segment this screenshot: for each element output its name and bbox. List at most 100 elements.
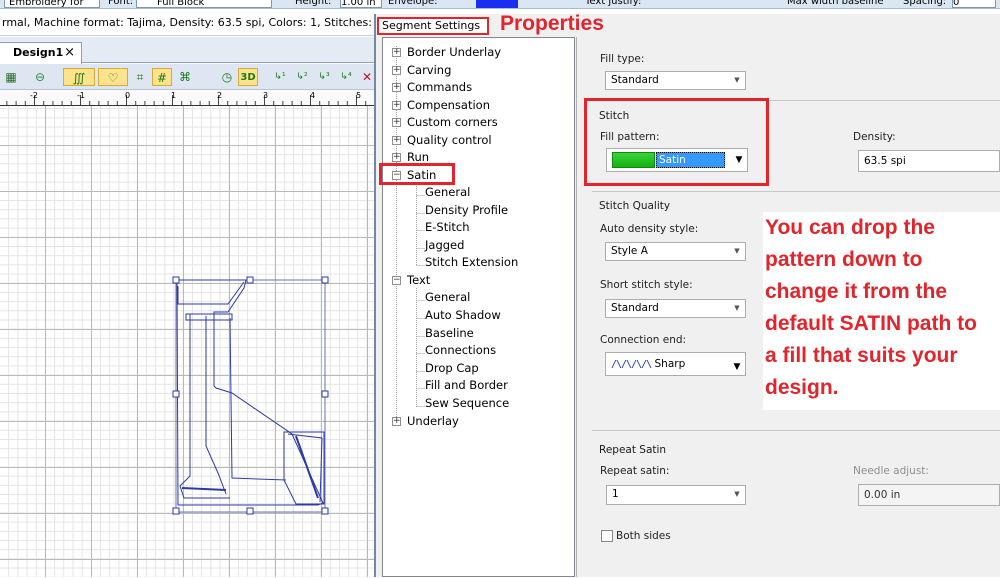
needle-adjust-input: 0.00 in: [858, 484, 1000, 506]
density-input[interactable]: 63.5 spi: [858, 150, 1000, 172]
connection-end-value: Sharp: [654, 358, 686, 370]
expand-icon[interactable]: +: [392, 153, 401, 162]
chevron-down-icon[interactable]: ▼: [729, 486, 745, 503]
tree-item-label: Compensation: [407, 98, 490, 112]
annotation-line: change it from the: [765, 280, 948, 303]
command-icon[interactable]: ⌘: [176, 68, 194, 86]
auto-density-select[interactable]: Style A ▼: [605, 242, 746, 261]
tree-item-label: Underlay: [407, 414, 459, 428]
tree-item-label: Text: [407, 273, 431, 287]
annotation-line: pattern down to: [765, 248, 923, 271]
tree-item-drop-cap[interactable]: Drop Cap: [425, 360, 479, 377]
short-stitch-label: Short stitch style:: [600, 279, 693, 291]
max-width-baseline-label: Max width baseline: [787, 0, 884, 7]
stitch-type-icon[interactable]: ∭: [63, 68, 95, 86]
grid-toggle-icon[interactable]: #: [152, 68, 172, 86]
tree-item-auto-shadow[interactable]: Auto Shadow: [425, 307, 501, 324]
segment-settings-title: Segment Settings: [377, 17, 489, 35]
stitch-quality-title: Stitch Quality: [599, 200, 671, 212]
expand-icon[interactable]: +: [392, 101, 401, 110]
heart-shape-icon[interactable]: ♡: [98, 68, 128, 86]
tab-label: Design1: [13, 46, 64, 59]
select-frame-icon[interactable]: ⌗: [131, 68, 149, 86]
expand-icon[interactable]: +: [392, 83, 401, 92]
annotation-line: a fill that suits your: [765, 344, 958, 367]
tree-item-baseline[interactable]: Baseline: [425, 325, 474, 342]
chevron-down-icon[interactable]: ▼: [729, 72, 745, 89]
grid-view-icon[interactable]: ▦: [2, 68, 20, 86]
short-stitch-value: Standard: [611, 302, 659, 314]
tree-item-e-stitch[interactable]: E-Stitch: [425, 219, 470, 236]
repeat-satin-label: Repeat satin:: [600, 465, 670, 477]
tree-item-density-profile[interactable]: Density Profile: [425, 202, 508, 219]
repeat-satin-divider: [592, 430, 1000, 431]
tree-item-sew-sequence[interactable]: Sew Sequence: [425, 395, 509, 412]
design-status-line: rmal, Machine format: Tajima, Density: 6…: [0, 10, 378, 36]
stitch-order-2-icon[interactable]: ↳²: [292, 68, 312, 86]
height-input[interactable]: 1.00 in: [340, 0, 382, 8]
settings-tree[interactable]: + Border Underlay + Carving + Commands + Com…: [382, 37, 575, 577]
expand-icon[interactable]: +: [392, 118, 401, 127]
stitch-order-1-icon[interactable]: ↳¹: [270, 68, 290, 86]
document-tab-strip: Design1 ×: [0, 37, 378, 64]
fill-type-label: Fill type:: [600, 53, 645, 65]
height-label: Height:: [295, 0, 332, 7]
ruler-tick-label: 1: [171, 91, 177, 100]
repeat-satin-value: 1: [612, 488, 619, 500]
spacing-input[interactable]: 0: [952, 0, 996, 8]
tree-item-label: Commands: [407, 80, 473, 94]
fill-type-value: Standard: [611, 74, 659, 86]
tree-item-label: Custom corners: [407, 115, 498, 129]
ruler-tick-label: 4: [310, 91, 316, 100]
short-stitch-select[interactable]: Standard ▼: [605, 299, 746, 318]
both-sides-label: Both sides: [616, 530, 671, 542]
chevron-down-icon[interactable]: ▼: [729, 243, 745, 260]
connection-end-select[interactable]: /\/\/\/\ Sharp ▼: [605, 352, 746, 376]
pane-divider[interactable]: [576, 37, 577, 577]
3d-view-icon[interactable]: 3D: [238, 68, 258, 86]
both-sides-checkbox[interactable]: [601, 530, 613, 542]
ruler-tick-label: 3: [263, 91, 269, 100]
stitch-order-4-icon[interactable]: ↳⁴: [336, 68, 356, 86]
satin-highlight-box: [379, 163, 455, 185]
envelope-label: Envelope:: [388, 0, 438, 7]
tree-item-connections[interactable]: Connections: [425, 342, 496, 359]
embroidery-dropdown[interactable]: Embroidery for: [4, 0, 100, 8]
tutorial-annotation: You can drop the pattern down to change …: [763, 212, 1000, 410]
letter-l-design[interactable]: [0, 106, 378, 577]
stitch-highlight-box: [584, 98, 769, 186]
close-icon[interactable]: ×: [64, 43, 75, 63]
design-canvas[interactable]: [0, 106, 378, 577]
font-select[interactable]: Full Block: [136, 0, 272, 8]
tree-item-satin-general[interactable]: General: [425, 184, 470, 201]
collapse-icon[interactable]: −: [392, 276, 401, 285]
fill-type-select[interactable]: Standard ▼: [605, 71, 746, 90]
repeat-satin-spinner[interactable]: 1 ▼: [606, 485, 746, 505]
auto-density-label: Auto density style:: [600, 223, 699, 235]
expand-icon[interactable]: +: [392, 48, 401, 57]
ruler-ticks: [0, 95, 378, 106]
stitch-order-3-icon[interactable]: ↳³: [314, 68, 334, 86]
stopwatch-icon[interactable]: ◷: [218, 68, 236, 86]
expand-icon[interactable]: +: [392, 136, 401, 145]
ruler-tick-label: 5: [356, 91, 362, 100]
connection-end-label: Connection end:: [600, 334, 687, 346]
tree-item-fill-and-border[interactable]: Fill and Border: [425, 377, 508, 394]
annotation-line: You can drop the: [765, 216, 935, 239]
tab-design1[interactable]: Design1 ×: [0, 42, 82, 64]
design-toolbar: ▦ ⊖ ∭ ♡ ⌗ # ⌘ ◷ 3D ↳¹ ↳² ↳³ ↳⁴ ✕: [0, 64, 378, 90]
expand-icon[interactable]: +: [392, 66, 401, 75]
chevron-down-icon[interactable]: ▼: [729, 356, 745, 373]
chevron-down-icon[interactable]: ▼: [729, 300, 745, 317]
tree-item-label: Carving: [407, 63, 452, 77]
tree-item-stitch-extension[interactable]: Stitch Extension: [425, 254, 518, 271]
top-options-bar: Embroidery for Font: Full Block Height: …: [0, 0, 1000, 9]
zoom-icon[interactable]: ⊖: [30, 68, 50, 86]
ruler-tick-label: -2: [30, 91, 38, 100]
tree-item-text-general[interactable]: General: [425, 289, 470, 306]
envelope-color-swatch[interactable]: [476, 0, 518, 8]
tree-item-jagged[interactable]: Jagged: [425, 237, 464, 254]
ruler-tick-label: 0: [125, 91, 131, 100]
expand-icon[interactable]: +: [392, 417, 401, 426]
spacing-label: Spacing:: [903, 0, 947, 7]
